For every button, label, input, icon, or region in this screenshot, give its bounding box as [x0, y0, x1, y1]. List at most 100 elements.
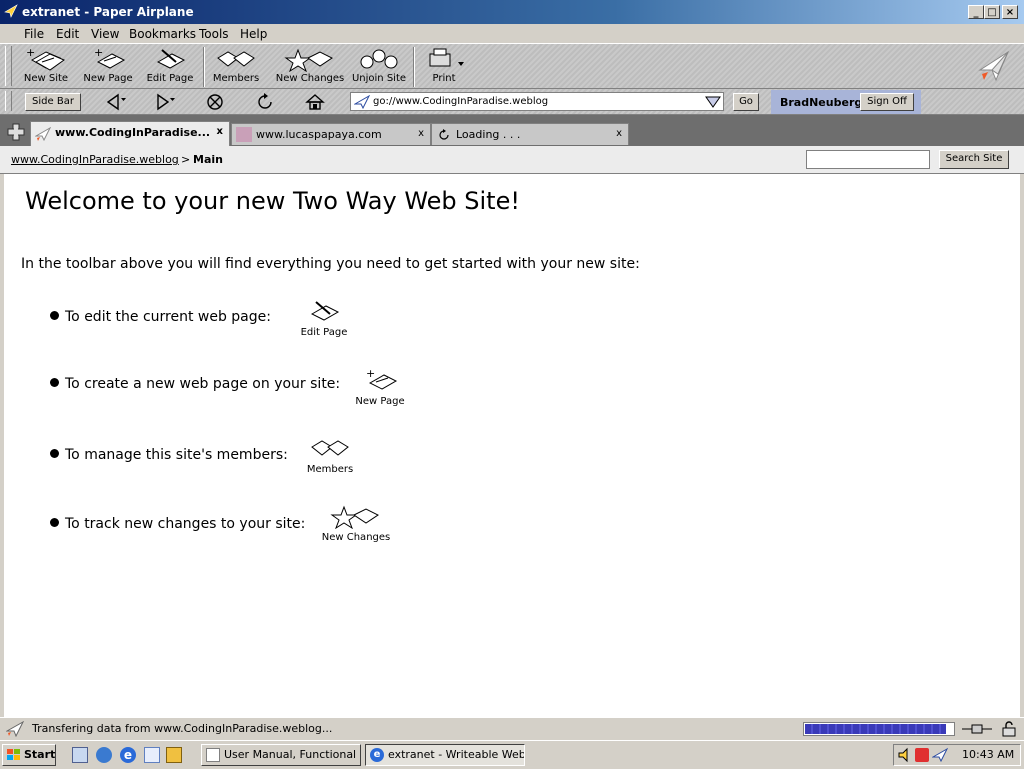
tab-loading[interactable]: Loading . . . x: [431, 123, 629, 145]
loading-spinner-icon: [439, 129, 449, 140]
home-icon[interactable]: [304, 92, 326, 112]
connection-plug-icon: [962, 724, 992, 734]
paper-airplane-url-icon: [354, 95, 370, 109]
back-icon[interactable]: [104, 92, 126, 112]
new-tab-button[interactable]: [6, 122, 26, 142]
tab-lucaspapaya[interactable]: www.lucaspapaya.com x: [231, 123, 431, 145]
toolbar-separator: [413, 47, 415, 87]
sign-off-button[interactable]: Sign Off: [860, 93, 914, 111]
url-input[interactable]: [373, 94, 693, 109]
new-site-label: New Site: [23, 73, 69, 84]
new-page-label: New Page: [83, 73, 133, 84]
url-dropdown-icon[interactable]: [705, 96, 721, 108]
reload-icon[interactable]: [254, 92, 276, 112]
forward-icon[interactable]: [154, 92, 176, 112]
speaker-icon[interactable]: [897, 747, 913, 763]
site-favicon-icon: [236, 127, 252, 142]
list-item-text: To edit the current web page:: [65, 309, 271, 325]
printer-icon: [429, 48, 464, 67]
paper-airplane-launch-icon[interactable]: [144, 747, 160, 763]
tab-label: Loading . . .: [456, 128, 521, 141]
members-label: Members: [212, 73, 260, 84]
maximize-button[interactable]: □: [984, 5, 1000, 19]
task-user-manual[interactable]: User Manual, Functional ...: [201, 744, 361, 766]
quick-launch: e: [68, 747, 188, 765]
refresh-app-icon[interactable]: [96, 747, 112, 763]
toolbar-separator: [203, 47, 205, 87]
print-button[interactable]: Print: [422, 46, 466, 88]
system-tray: 10:43 AM: [893, 744, 1021, 766]
members-shortcut-label: Members: [306, 464, 354, 475]
tray-app-icon[interactable]: [915, 748, 929, 762]
window-title: extranet - Paper Airplane: [22, 5, 194, 19]
start-button[interactable]: Start: [2, 744, 56, 766]
sidebar-button[interactable]: Side Bar: [25, 93, 81, 111]
user-panel: BradNeuberg Sign Off: [771, 90, 921, 114]
search-site-button[interactable]: Search Site: [939, 150, 1009, 169]
paper-airplane-logo-icon: [978, 50, 1010, 82]
internet-explorer-icon[interactable]: e: [120, 747, 136, 763]
close-button[interactable]: ×: [1002, 5, 1018, 19]
paper-airplane-status-icon: [6, 721, 24, 737]
tab-label: www.lucaspapaya.com: [256, 128, 382, 141]
tab-label: www.CodingInParadise...: [55, 126, 211, 139]
show-desktop-icon[interactable]: [72, 747, 88, 763]
new-page-shortcut[interactable]: + New Page: [350, 367, 410, 407]
new-page-shortcut-label: New Page: [355, 396, 405, 407]
menu-bookmarks[interactable]: Bookmarks: [129, 27, 196, 41]
svg-text:+: +: [366, 367, 375, 380]
new-page-icon: +: [94, 46, 126, 69]
edit-page-label: Edit Page: [146, 73, 194, 84]
new-page-icon: +: [366, 367, 398, 390]
minimize-button[interactable]: _: [968, 5, 984, 19]
members-button[interactable]: Members: [208, 46, 264, 88]
tab-close-icon[interactable]: x: [616, 128, 622, 139]
address-bar[interactable]: [350, 92, 724, 111]
edit-page-button[interactable]: Edit Page: [142, 46, 198, 88]
unjoin-site-button[interactable]: Unjoin Site: [350, 46, 408, 88]
task-extranet[interactable]: e extranet - Writeable Web...: [365, 744, 525, 766]
progress-bar: [803, 722, 955, 736]
members-shortcut[interactable]: Members: [300, 435, 360, 475]
tab-codinginparadise[interactable]: www.CodingInParadise... x: [30, 121, 230, 147]
list-item: To track new changes to your site:: [50, 516, 305, 532]
list-item: To create a new web page on your site:: [50, 376, 340, 392]
stop-icon[interactable]: [204, 92, 226, 112]
main-toolbar: + New Site + New Page Edit Page Members …: [0, 43, 1024, 89]
window-titlebar[interactable]: extranet - Paper Airplane _ □ ×: [0, 0, 1024, 24]
new-page-button[interactable]: + New Page: [82, 46, 134, 88]
menu-view[interactable]: View: [91, 27, 119, 41]
menu-file[interactable]: File: [24, 27, 44, 41]
breadcrumb-current: Main: [193, 153, 223, 166]
menu-edit[interactable]: Edit: [56, 27, 79, 41]
bullet-dot: [50, 378, 59, 387]
new-changes-icon: [284, 48, 333, 72]
page-title: Welcome to your new Two Way Web Site!: [25, 187, 520, 215]
menu-help[interactable]: Help: [240, 27, 267, 41]
page-content: Welcome to your new Two Way Web Site! In…: [4, 174, 1020, 717]
toolbar-grip[interactable]: [5, 46, 12, 86]
menu-tools[interactable]: Tools: [199, 27, 229, 41]
toolbar-grip[interactable]: [5, 91, 12, 111]
new-changes-button[interactable]: New Changes: [274, 46, 346, 88]
new-changes-shortcut[interactable]: New Changes: [316, 503, 396, 543]
status-text: Transfering data from www.CodingInParadi…: [32, 722, 333, 735]
monitor-app-icon[interactable]: [166, 747, 182, 763]
tab-close-icon[interactable]: x: [418, 128, 424, 139]
tab-bar: www.CodingInParadise... x www.lucaspapay…: [0, 115, 1024, 147]
tab-close-icon[interactable]: x: [217, 126, 223, 137]
list-item-text: To manage this site's members:: [65, 447, 288, 463]
menu-bar: File Edit View Bookmarks Tools Help: [0, 24, 1024, 43]
edit-page-shortcut[interactable]: Edit Page: [294, 298, 354, 338]
unjoin-site-icon: [360, 49, 398, 69]
list-item: To edit the current web page:: [50, 309, 271, 325]
breadcrumb-site-link[interactable]: www.CodingInParadise.weblog: [11, 153, 179, 166]
start-label: Start: [24, 748, 56, 761]
bullet-dot: [50, 449, 59, 458]
site-search-input[interactable]: [806, 150, 930, 169]
go-button[interactable]: Go: [733, 93, 759, 111]
paper-airplane-tray-icon[interactable]: [932, 747, 948, 763]
new-changes-icon: [330, 505, 379, 530]
new-site-button[interactable]: + New Site: [20, 46, 72, 88]
edit-page-shortcut-label: Edit Page: [300, 327, 348, 338]
